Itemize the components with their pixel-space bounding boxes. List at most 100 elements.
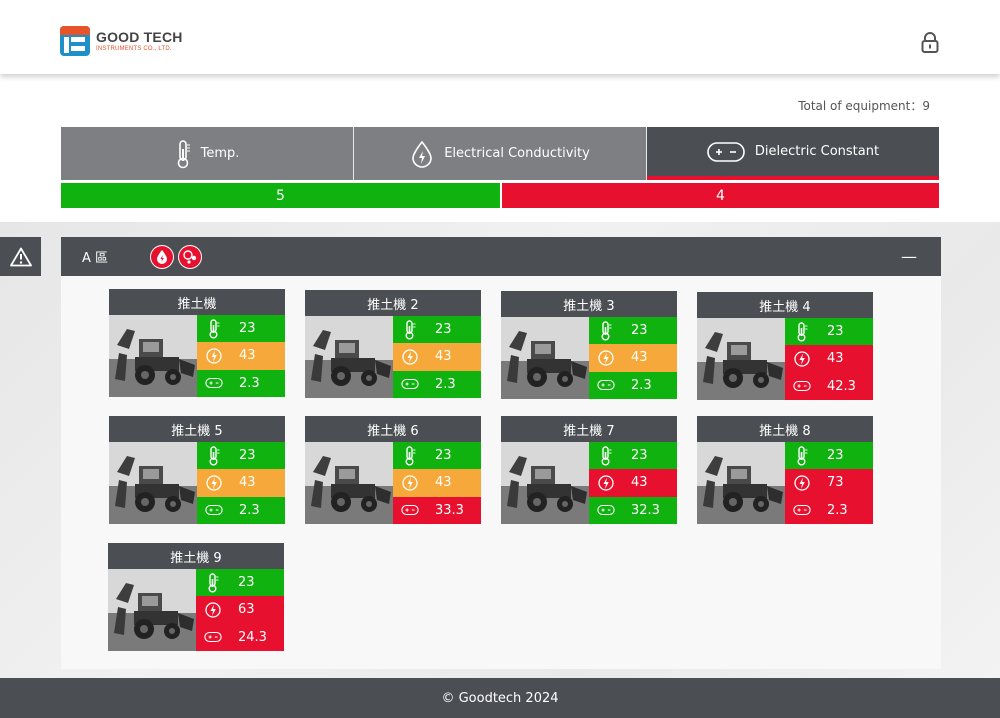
equipment-photo xyxy=(501,317,589,399)
equipment-card[interactable]: 推土機 8 23 73 2.3 xyxy=(697,416,873,524)
equipment-name: 推土機 5 xyxy=(109,416,285,442)
equipment-photo xyxy=(109,315,197,397)
equipment-card[interactable]: 推土機 9 23 63 24.3 xyxy=(108,543,284,651)
temperature-value: 23 xyxy=(238,575,255,591)
equipment-photo xyxy=(697,442,785,524)
temperature-value: 23 xyxy=(631,448,648,464)
equipment-photo xyxy=(501,442,589,524)
equipment-card[interactable]: 推土機 7 23 43 32.3 xyxy=(501,416,677,524)
conductivity-value: 43 xyxy=(435,475,452,491)
lightning-icon xyxy=(204,601,222,619)
dielectric-reading: 33.3 xyxy=(393,496,481,524)
tab-label: Electrical Conductivity xyxy=(444,146,590,161)
battery-icon xyxy=(707,141,745,162)
alert-toggle-button[interactable] xyxy=(0,237,41,276)
conductivity-value: 73 xyxy=(827,475,844,491)
temperature-value: 23 xyxy=(631,323,648,339)
battery-icon xyxy=(401,504,419,516)
temperature-value: 23 xyxy=(435,448,452,464)
conductivity-reading: 43 xyxy=(197,469,285,497)
conductivity-value: 43 xyxy=(435,349,452,365)
equipment-name: 推土機 2 xyxy=(305,290,481,316)
thermometer-icon xyxy=(793,321,811,342)
battery-icon xyxy=(793,504,811,516)
lightning-icon xyxy=(205,347,223,365)
copyright-text: © Goodtech 2024 xyxy=(441,690,559,706)
equipment-card[interactable]: 推土機 6 23 43 33.3 xyxy=(305,416,481,524)
equipment-card[interactable]: 推土機 2 23 43 2.3 xyxy=(305,290,481,398)
lightning-icon xyxy=(793,350,811,368)
normal-count[interactable]: 5 xyxy=(61,183,500,208)
bubbles-icon xyxy=(183,249,197,264)
dielectric-value: 42.3 xyxy=(827,378,856,394)
temperature-reading: 23 xyxy=(589,442,677,470)
temperature-reading: 23 xyxy=(393,442,481,470)
lock-icon[interactable] xyxy=(920,32,940,54)
company-logo[interactable]: GOOD TECH INSTRUMENTS CO., LTD. xyxy=(60,26,183,56)
tab-dielectric-constant[interactable]: Dielectric Constant xyxy=(647,127,939,180)
temperature-reading: 23 xyxy=(197,442,285,470)
thermometer-icon xyxy=(205,318,223,339)
conductivity-value: 43 xyxy=(827,351,844,367)
thermometer-icon xyxy=(204,572,222,593)
thermometer-icon xyxy=(205,445,223,466)
tab-electrical-conductivity[interactable]: Electrical Conductivity xyxy=(354,127,647,180)
equipment-name: 推土機 6 xyxy=(305,416,481,442)
conductivity-reading: 43 xyxy=(393,343,481,371)
temperature-value: 23 xyxy=(239,321,256,337)
conductivity-value: 43 xyxy=(631,475,648,491)
lightning-icon xyxy=(401,474,419,492)
thermometer-icon xyxy=(177,139,190,168)
temperature-reading: 23 xyxy=(589,317,677,345)
dielectric-value: 2.3 xyxy=(239,375,260,391)
equipment-card[interactable]: 推土機 4 23 43 42.3 xyxy=(697,292,873,400)
dielectric-reading: 2.3 xyxy=(785,496,873,524)
dielectric-value: 2.3 xyxy=(631,377,652,393)
conductivity-reading: 43 xyxy=(785,345,873,373)
equipment-card[interactable]: 推土機 5 23 43 2.3 xyxy=(109,416,285,524)
temperature-reading: 23 xyxy=(197,315,285,343)
status-count-bar: 5 4 xyxy=(61,183,939,208)
temperature-value: 23 xyxy=(827,324,844,340)
battery-icon xyxy=(205,377,223,389)
lightning-icon xyxy=(597,349,615,367)
equipment-card[interactable]: 推土機 3 23 43 2.3 xyxy=(501,291,677,399)
alarm-count[interactable]: 4 xyxy=(502,183,939,208)
equipment-card[interactable]: 推土機 23 43 2.3 xyxy=(109,289,285,397)
equipment-name: 推土機 4 xyxy=(697,292,873,318)
temperature-value: 23 xyxy=(827,448,844,464)
temperature-reading: 23 xyxy=(785,442,873,470)
water-drop-icon xyxy=(157,249,168,264)
zone-header[interactable]: A 區 — xyxy=(61,237,941,276)
battery-icon xyxy=(401,378,419,390)
total-equipment: Total of equipment：9 xyxy=(798,99,930,113)
temperature-reading: 23 xyxy=(785,318,873,346)
battery-icon xyxy=(597,504,615,516)
conductivity-value: 63 xyxy=(238,602,255,618)
dielectric-value: 24.3 xyxy=(238,629,267,645)
equipment-name: 推土機 xyxy=(109,289,285,315)
equipment-photo xyxy=(305,316,393,398)
temperature-reading: 23 xyxy=(393,316,481,344)
battery-icon xyxy=(597,379,615,391)
tab-label: Temp. xyxy=(200,146,240,161)
temperature-value: 23 xyxy=(435,322,452,338)
app-header: GOOD TECH INSTRUMENTS CO., LTD. xyxy=(0,0,1000,74)
tab-temp[interactable]: Temp. xyxy=(61,127,354,180)
zone-name: A 區 xyxy=(82,251,109,266)
lightning-icon xyxy=(793,474,811,492)
temperature-value: 23 xyxy=(239,448,256,464)
tab-label: Dielectric Constant xyxy=(754,144,880,159)
ec-alarm-badge xyxy=(150,244,175,269)
battery-icon xyxy=(204,631,222,643)
thermometer-icon xyxy=(597,445,615,466)
dielectric-reading: 2.3 xyxy=(197,496,285,524)
equipment-photo xyxy=(109,442,197,524)
lightning-icon xyxy=(205,474,223,492)
conductivity-reading: 73 xyxy=(785,469,873,497)
logo-subtitle: INSTRUMENTS CO., LTD. xyxy=(96,46,172,52)
equipment-photo xyxy=(697,318,785,400)
collapse-button[interactable]: — xyxy=(901,247,917,266)
water-drop-icon xyxy=(412,140,432,168)
equipment-name: 推土機 9 xyxy=(108,543,284,569)
